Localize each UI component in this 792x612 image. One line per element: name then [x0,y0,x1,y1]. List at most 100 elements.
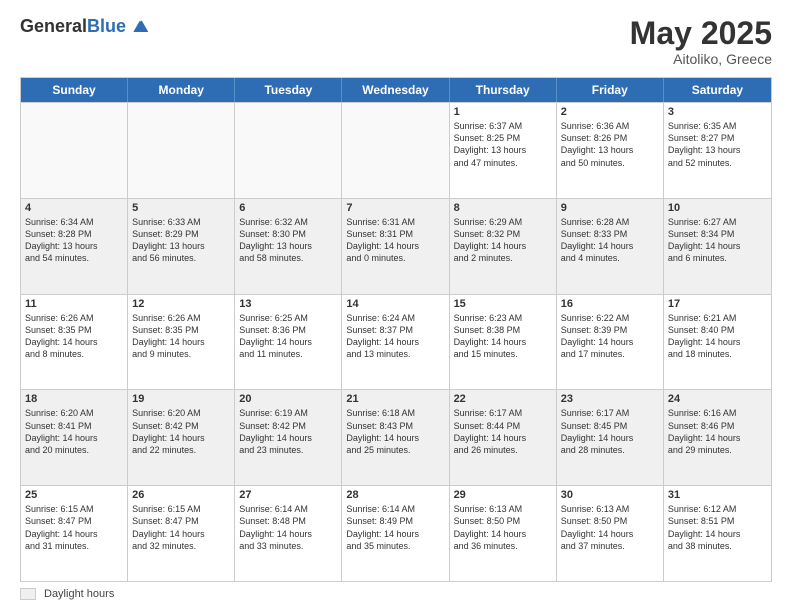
calendar-cell-24: 24Sunrise: 6:16 AM Sunset: 8:46 PM Dayli… [664,390,771,485]
logo-blue-text: Blue [87,16,126,36]
cell-info: Sunrise: 6:36 AM Sunset: 8:26 PM Dayligh… [561,120,659,169]
cell-info: Sunrise: 6:24 AM Sunset: 8:37 PM Dayligh… [346,312,444,361]
cell-info: Sunrise: 6:27 AM Sunset: 8:34 PM Dayligh… [668,216,767,265]
calendar-cell-empty-0-0 [21,103,128,198]
cell-info: Sunrise: 6:31 AM Sunset: 8:31 PM Dayligh… [346,216,444,265]
calendar-cell-10: 10 Sunrise: 6:27 AM Sunset: 8:34 PM Dayli… [664,199,771,294]
calendar-week-4: 18 Sunrise: 6:20 AM Sunset: 8:41 PM Dayli… [21,389,771,485]
cell-info: Sunrise: 6:14 AM Sunset: 8:49 PM Dayligh… [346,503,444,552]
cell-info: Sunrise: 6:17 AM Sunset: 8:45 PM Dayligh… [561,407,659,456]
calendar-cell-30: 30Sunrise: 6:13 AM Sunset: 8:50 PM Dayli… [557,486,664,581]
month-title: May 2025 [630,16,772,51]
calendar-cell-26: 26Sunrise: 6:15 AM Sunset: 8:47 PM Dayli… [128,486,235,581]
header-day-saturday: Saturday [664,78,771,102]
cell-info: Sunrise: 6:17 AM Sunset: 8:44 PM Dayligh… [454,407,552,456]
day-number: 21 [346,393,444,405]
day-number: 25 [25,489,123,501]
day-number: 7 [346,202,444,214]
calendar-cell-4: 4Sunrise: 6:34 AM Sunset: 8:28 PM Daylig… [21,199,128,294]
calendar-cell-31: 31Sunrise: 6:12 AM Sunset: 8:51 PM Dayli… [664,486,771,581]
calendar-cell-8: 8 Sunrise: 6:29 AM Sunset: 8:32 PM Daylig… [450,199,557,294]
cell-info: Sunrise: 6:32 AM Sunset: 8:30 PM Dayligh… [239,216,337,265]
calendar-cell-5: 5 Sunrise: 6:33 AM Sunset: 8:29 PM Daylig… [128,199,235,294]
calendar-body: 1Sunrise: 6:37 AM Sunset: 8:25 PM Daylig… [21,102,771,581]
cell-info: Sunrise: 6:21 AM Sunset: 8:40 PM Dayligh… [668,312,767,361]
calendar-cell-1: 1Sunrise: 6:37 AM Sunset: 8:25 PM Daylig… [450,103,557,198]
legend: Daylight hours [20,588,772,600]
header-day-monday: Monday [128,78,235,102]
cell-info: Sunrise: 6:25 AM Sunset: 8:36 PM Dayligh… [239,312,337,361]
calendar-cell-9: 9 Sunrise: 6:28 AM Sunset: 8:33 PM Daylig… [557,199,664,294]
calendar-cell-13: 13 Sunrise: 6:25 AM Sunset: 8:36 PM Dayli… [235,295,342,390]
cell-info: Sunrise: 6:14 AM Sunset: 8:48 PM Dayligh… [239,503,337,552]
calendar-cell-18: 18 Sunrise: 6:20 AM Sunset: 8:41 PM Dayli… [21,390,128,485]
cell-info: Sunrise: 6:20 AM Sunset: 8:41 PM Dayligh… [25,407,123,456]
cell-info: Sunrise: 6:22 AM Sunset: 8:39 PM Dayligh… [561,312,659,361]
cell-info: Sunrise: 6:28 AM Sunset: 8:33 PM Dayligh… [561,216,659,265]
header-day-thursday: Thursday [450,78,557,102]
calendar-header: SundayMondayTuesdayWednesdayThursdayFrid… [21,78,771,102]
cell-info: Sunrise: 6:26 AM Sunset: 8:35 PM Dayligh… [132,312,230,361]
calendar-cell-29: 29Sunrise: 6:13 AM Sunset: 8:50 PM Dayli… [450,486,557,581]
calendar-cell-2: 2Sunrise: 6:36 AM Sunset: 8:26 PM Daylig… [557,103,664,198]
day-number: 13 [239,298,337,310]
header-day-tuesday: Tuesday [235,78,342,102]
day-number: 1 [454,106,552,118]
calendar-cell-16: 16Sunrise: 6:22 AM Sunset: 8:39 PM Dayli… [557,295,664,390]
calendar-cell-20: 20Sunrise: 6:19 AM Sunset: 8:42 PM Dayli… [235,390,342,485]
day-number: 10 [668,202,767,214]
calendar-cell-23: 23 Sunrise: 6:17 AM Sunset: 8:45 PM Dayli… [557,390,664,485]
day-number: 26 [132,489,230,501]
cell-info: Sunrise: 6:33 AM Sunset: 8:29 PM Dayligh… [132,216,230,265]
calendar-cell-empty-0-1 [128,103,235,198]
day-number: 8 [454,202,552,214]
calendar-week-3: 11 Sunrise: 6:26 AM Sunset: 8:35 PM Dayli… [21,294,771,390]
header-day-friday: Friday [557,78,664,102]
day-number: 18 [25,393,123,405]
cell-info: Sunrise: 6:20 AM Sunset: 8:42 PM Dayligh… [132,407,230,456]
logo-general-text: General [20,16,87,36]
calendar-cell-11: 11Sunrise: 6:26 AM Sunset: 8:35 PM Dayli… [21,295,128,390]
day-number: 23 [561,393,659,405]
calendar-cell-15: 15Sunrise: 6:23 AM Sunset: 8:38 PM Dayli… [450,295,557,390]
legend-label: Daylight hours [44,588,114,600]
day-number: 9 [561,202,659,214]
calendar-cell-empty-0-2 [235,103,342,198]
calendar-cell-27: 27 Sunrise: 6:14 AM Sunset: 8:48 PM Dayli… [235,486,342,581]
header: GeneralBlue May 2025 Aitoliko, Greece [20,16,772,67]
day-number: 24 [668,393,767,405]
day-number: 3 [668,106,767,118]
day-number: 15 [454,298,552,310]
cell-info: Sunrise: 6:34 AM Sunset: 8:28 PM Dayligh… [25,216,123,265]
calendar-cell-14: 14Sunrise: 6:24 AM Sunset: 8:37 PM Dayli… [342,295,449,390]
day-number: 19 [132,393,230,405]
cell-info: Sunrise: 6:29 AM Sunset: 8:32 PM Dayligh… [454,216,552,265]
calendar-cell-22: 22Sunrise: 6:17 AM Sunset: 8:44 PM Dayli… [450,390,557,485]
cell-info: Sunrise: 6:12 AM Sunset: 8:51 PM Dayligh… [668,503,767,552]
day-number: 5 [132,202,230,214]
calendar-cell-28: 28Sunrise: 6:14 AM Sunset: 8:49 PM Dayli… [342,486,449,581]
cell-info: Sunrise: 6:13 AM Sunset: 8:50 PM Dayligh… [561,503,659,552]
logo-icon [130,17,150,37]
day-number: 6 [239,202,337,214]
calendar-week-1: 1Sunrise: 6:37 AM Sunset: 8:25 PM Daylig… [21,102,771,198]
calendar-cell-17: 17 Sunrise: 6:21 AM Sunset: 8:40 PM Dayli… [664,295,771,390]
day-number: 27 [239,489,337,501]
day-number: 17 [668,298,767,310]
calendar-cell-6: 6 Sunrise: 6:32 AM Sunset: 8:30 PM Daylig… [235,199,342,294]
calendar-cell-7: 7 Sunrise: 6:31 AM Sunset: 8:31 PM Daylig… [342,199,449,294]
calendar-week-2: 4Sunrise: 6:34 AM Sunset: 8:28 PM Daylig… [21,198,771,294]
calendar-week-5: 25 Sunrise: 6:15 AM Sunset: 8:47 PM Dayli… [21,485,771,581]
calendar: SundayMondayTuesdayWednesdayThursdayFrid… [20,77,772,582]
location: Aitoliko, Greece [630,51,772,67]
cell-info: Sunrise: 6:19 AM Sunset: 8:42 PM Dayligh… [239,407,337,456]
logo: GeneralBlue [20,16,150,37]
calendar-cell-3: 3Sunrise: 6:35 AM Sunset: 8:27 PM Daylig… [664,103,771,198]
cell-info: Sunrise: 6:15 AM Sunset: 8:47 PM Dayligh… [25,503,123,552]
calendar-cell-12: 12 Sunrise: 6:26 AM Sunset: 8:35 PM Dayli… [128,295,235,390]
calendar-cell-19: 19 Sunrise: 6:20 AM Sunset: 8:42 PM Dayli… [128,390,235,485]
header-day-sunday: Sunday [21,78,128,102]
day-number: 11 [25,298,123,310]
header-day-wednesday: Wednesday [342,78,449,102]
day-number: 12 [132,298,230,310]
